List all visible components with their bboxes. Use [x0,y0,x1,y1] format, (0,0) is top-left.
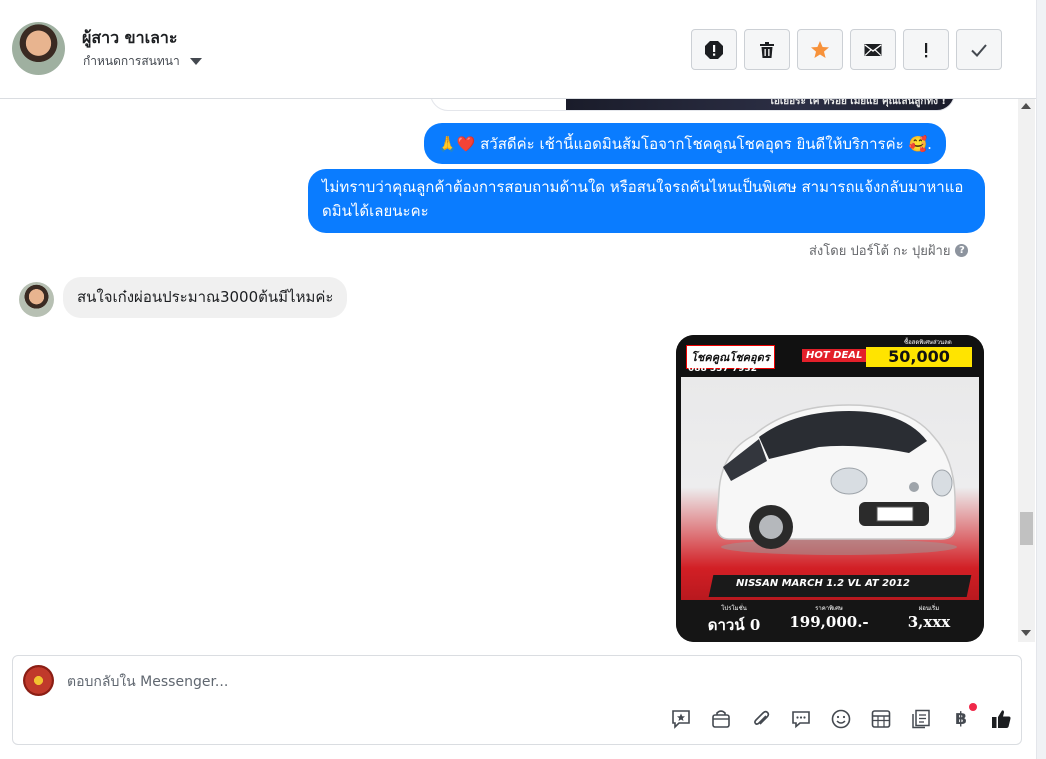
previous-image-banner: ไอเยือระ เค ทรอย เมย์แย คุณเลนลูกทั้ง ! [566,99,954,110]
trash-icon [760,41,774,58]
shop-bag-icon [712,710,730,728]
window-edge [1036,0,1046,759]
message-thread[interactable]: ไอเยือระ เค ทรอย เมย์แย คุณเลนลูกทั้ง ! … [0,99,1018,642]
car-photo: NISSAN MARCH 1.2 VL AT 2012 [681,377,979,622]
special-price-cell: ราคาพิเศษ 199,000.- [784,603,874,631]
notes-icon [912,709,930,729]
car-ad-image[interactable]: โชคคูณโชคอุดร 088 557 7932 HOT DEAL ซื้อ… [676,335,984,642]
sent-by-text: ส่งโดย ปอร์โต้ กะ ปุยฝ้าย [809,244,951,259]
shop-button[interactable] [709,707,733,731]
outgoing-message[interactable]: ไม่ทราบว่าคุณลูกค้าต้องการสอบถามด้านใด ห… [308,169,985,233]
page-avatar [23,665,54,696]
envelope-icon [864,43,882,56]
hot-deal-badge: HOT DEAL [802,349,867,362]
down-payment-cell: โปรโมชั่น ดาวน์ 0 [694,603,774,637]
check-icon [971,43,987,57]
discount-note: ซื้อสดพิเศษส่วนลด [904,339,952,346]
inbox-conversation: ผู้สาว ขาเลาะ กำหนดการสนทนา ไอเยือระ เค … [0,0,1046,759]
sent-by-label: ส่งโดย ปอร์โต้ กะ ปุยฝ้าย ? [809,240,969,261]
report-button[interactable] [691,29,737,70]
previous-image-text: ไอเยือระ เค ทรอย เมย์แย คุณเลนลูกทั้ง ! [768,99,946,107]
report-icon [705,40,723,59]
contact-name[interactable]: ผู้สาว ขาเลาะ [82,26,177,51]
conversation-schedule-label: กำหนดการสนทนา [83,54,180,68]
scroll-up-icon[interactable] [1021,103,1031,109]
star-icon [811,40,829,58]
previous-image-card[interactable]: ไอเยือระ เค ทรอย เมย์แย คุณเลนลูกทั้ง ! [430,99,955,111]
header-actions [691,29,1002,70]
mark-important-button[interactable] [903,29,949,70]
installment-cell: ผ่อนเริ่ม 3,xxx [884,603,974,631]
like-button[interactable] [989,707,1013,731]
email-button[interactable] [850,29,896,70]
dealer-phone: 088 557 7932 [688,364,757,374]
outgoing-message[interactable]: 🙏❤️ สวัสดีค่ะ เช้านี้แอดมินส้มโอจากโชคคู… [424,123,946,164]
contact-avatar[interactable] [12,22,65,75]
contact-avatar-small[interactable] [19,282,54,317]
conversation-schedule-dropdown[interactable]: กำหนดการสนทนา [83,52,202,71]
notes-button[interactable] [909,707,933,731]
special-price-value: 199,000.- [789,613,869,631]
question-icon[interactable]: ? [955,244,969,257]
installment-value: 3,xxx [907,613,951,631]
thread-scrollbar[interactable] [1018,99,1035,642]
payment-button[interactable]: ฿ [949,703,977,731]
delete-button[interactable] [744,29,790,70]
mark-done-button[interactable] [956,29,1002,70]
baht-icon: ฿ [955,709,967,729]
conversation-header: ผู้สาว ขาเลาะ กำหนดการสนทนา [0,0,1036,99]
price-row: โปรโมชั่น ดาวน์ 0 ราคาพิเศษ 199,000.- ผ่… [676,600,984,642]
notification-dot [969,703,977,711]
scrollbar-thumb[interactable] [1020,512,1033,545]
reply-input[interactable] [67,672,967,692]
down-payment-label: โปรโมชั่น [721,605,747,612]
thumbs-up-icon [992,710,1011,728]
car-model: NISSAN MARCH 1.2 VL AT 2012 [736,578,911,589]
star-button[interactable] [797,29,843,70]
emoji-icon [831,709,851,729]
discount-price: 50,000 [866,347,972,367]
caret-down-icon [189,58,202,65]
special-price-label: ราคาพิเศษ [815,605,843,612]
saved-reply-icon [672,710,690,729]
attachment-icon [754,710,770,725]
exclamation-icon [925,42,928,57]
car-icon [716,404,957,555]
quick-reply-button[interactable] [789,707,813,731]
saved-reply-button[interactable] [669,707,693,731]
attach-button[interactable] [749,707,773,731]
emoji-button[interactable] [829,707,853,731]
composer-tools: ฿ [669,703,1013,731]
scroll-down-icon[interactable] [1021,630,1031,636]
car-ad-top-bar: โชคคูณโชคอุดร 088 557 7932 HOT DEAL ซื้อ… [676,335,984,377]
down-payment-value: ดาวน์ 0 [707,616,761,634]
installment-label: ผ่อนเริ่ม [918,605,940,612]
table-icon [871,710,891,728]
incoming-message[interactable]: สนใจเก๋งผ่อนประมาณ3000ต้นมีไหมค่ะ [63,277,348,318]
table-button[interactable] [869,707,893,731]
reply-composer: ฿ [12,655,1022,745]
chat-bubbles-icon [792,711,810,729]
